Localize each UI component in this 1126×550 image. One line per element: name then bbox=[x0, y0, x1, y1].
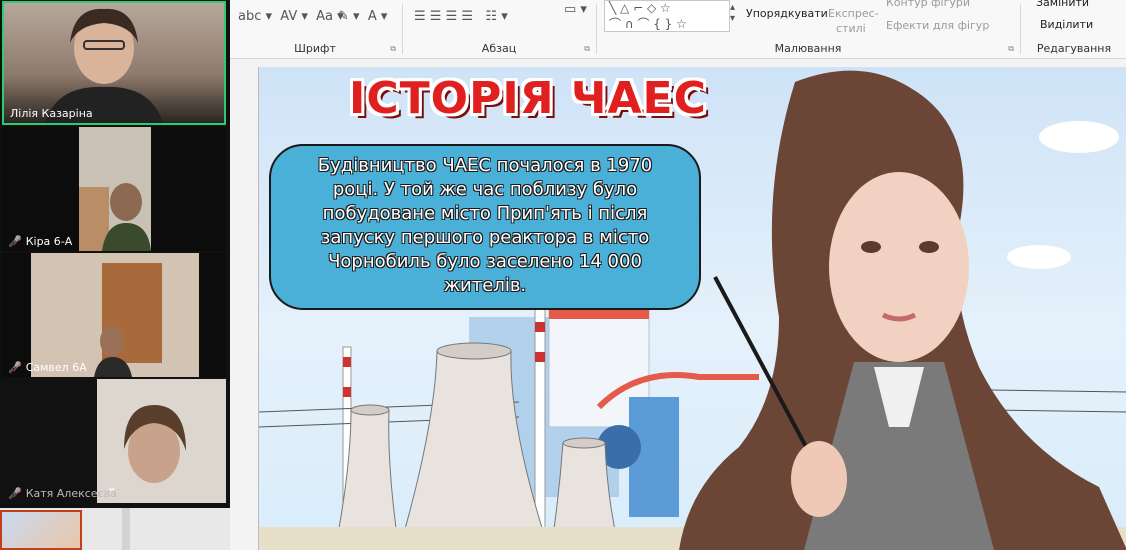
ribbon-separator bbox=[1020, 4, 1021, 54]
bubble-line: Будівництво ЧАЕС почалося в 1970 bbox=[317, 155, 653, 176]
bubble-line: запуску першого реактора в місто bbox=[320, 227, 650, 248]
ribbon-separator bbox=[402, 4, 403, 54]
drawing-group-label: Малювання bbox=[774, 42, 842, 55]
font-dialog-launcher-icon[interactable]: ⧉ bbox=[390, 44, 396, 54]
chevron-down-icon[interactable]: ⌄ bbox=[106, 479, 118, 495]
participant-tile[interactable]: 🎤̸ Самвел 6А bbox=[2, 253, 226, 377]
bubble-line: побудоване місто Прип'ять і після bbox=[322, 203, 648, 224]
participant-name-row: 🎤̸ Самвел 6А bbox=[8, 361, 87, 374]
paragraph-dialog-launcher-icon[interactable]: ⧉ bbox=[584, 44, 590, 54]
mic-muted-icon: 🎤̸ bbox=[8, 235, 22, 248]
participant-video bbox=[79, 127, 151, 251]
participant-name: Лілія Казаріна bbox=[10, 107, 93, 120]
editing-group-label: Редагування bbox=[1036, 42, 1112, 55]
participant-video bbox=[31, 253, 199, 377]
participant-name: Катя Алексеєва bbox=[25, 487, 117, 500]
participant-name-row: 🎤̸ Кіра 6-А bbox=[8, 235, 72, 248]
mic-muted-icon: 🎤̸ bbox=[8, 487, 22, 500]
participant-tile[interactable]: Лілія Казаріна bbox=[2, 1, 226, 125]
font-group-label: Шрифт bbox=[294, 42, 336, 55]
ribbon-separator bbox=[596, 4, 597, 54]
drawing-group: Малювання ⧉ bbox=[598, 0, 1018, 58]
slide-canvas[interactable]: ІСТОРІЯ ЧАЕС Будівництво ЧАЕС почалося в… bbox=[258, 67, 1126, 550]
bubble-line: році. У той же час поблизу було bbox=[332, 179, 638, 200]
mic-muted-icon: 🎤̸ bbox=[8, 361, 22, 374]
paragraph-group-label: Абзац bbox=[481, 42, 517, 55]
font-group: Шрифт ⧉ bbox=[230, 0, 400, 58]
participant-name: Самвел 6А bbox=[25, 361, 87, 374]
participants-panel: Лілія Казаріна 🎤̸ Кіра 6-А 🎤̸ Самвел 6А 🎤̸… bbox=[0, 0, 230, 508]
ribbon: abc ▾ AV ▾ Aa ▾ ✎ ▾ A ▾ Шрифт ⧉ ☰ ☰ ☰ ☰ … bbox=[230, 0, 1126, 59]
slide-title[interactable]: ІСТОРІЯ ЧАЕС bbox=[349, 73, 707, 124]
layout-icon[interactable]: ▭ ▾ bbox=[564, 2, 587, 17]
speech-bubble[interactable]: Будівництво ЧАЕС почалося в 1970 році. У… bbox=[269, 144, 701, 310]
participant-tile[interactable]: 🎤̸ Кіра 6-А bbox=[2, 127, 226, 251]
participant-name-row: 🎤̸ Катя Алексеєва bbox=[8, 487, 117, 500]
participant-name: Кіра 6-А bbox=[25, 235, 73, 248]
drawing-dialog-launcher-icon[interactable]: ⧉ bbox=[1008, 44, 1014, 54]
bubble-line: Чорнобиль було заселено 14 000 bbox=[328, 251, 642, 272]
slide-thumbnail[interactable] bbox=[0, 510, 82, 550]
thumbnail-scrollbar[interactable] bbox=[122, 508, 130, 550]
editing-group: Редагування bbox=[1022, 0, 1126, 58]
bubble-line: жителів. bbox=[443, 275, 527, 296]
